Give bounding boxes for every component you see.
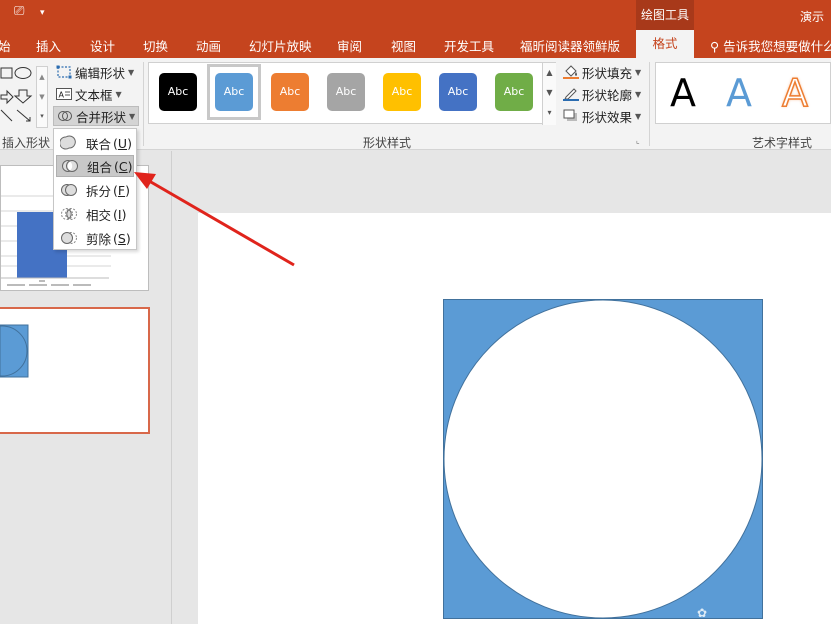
paint-bucket-icon bbox=[563, 65, 579, 79]
menu-item-union[interactable]: 联合 (U) bbox=[56, 132, 134, 154]
menu-item-key: C bbox=[118, 158, 128, 174]
drawing-tools-context-label: 绘图工具 bbox=[636, 0, 694, 30]
group-divider bbox=[143, 62, 144, 146]
document-title: 演示 bbox=[800, 10, 825, 24]
scroll-down-icon[interactable]: ▼ bbox=[543, 83, 556, 103]
tab-format[interactable]: 格式 bbox=[636, 30, 694, 58]
edit-shape-button[interactable]: 编辑形状 ▼ bbox=[56, 62, 134, 82]
thumbnail-shape-preview bbox=[0, 324, 29, 378]
tab-review[interactable]: 审阅 bbox=[337, 36, 362, 55]
shape-effects-icon bbox=[563, 109, 577, 121]
text-box-label: 文本框 bbox=[75, 87, 113, 103]
tab-developer[interactable]: 开发工具 bbox=[444, 36, 494, 55]
tab-insert[interactable]: 插入 bbox=[36, 36, 61, 55]
group-divider bbox=[649, 62, 650, 146]
shape-outline-button[interactable]: 形状轮廓 ▼ bbox=[563, 84, 641, 104]
tell-me-text: 告诉我您想要做什么 bbox=[723, 39, 831, 54]
fragment-icon bbox=[61, 184, 77, 196]
slide-thumbnail-2-selected[interactable] bbox=[0, 307, 150, 434]
merge-shapes-menu: 联合 (U) 组合 (C) 拆分 (F) 相交 (I) 剪除 (S) bbox=[53, 128, 137, 250]
shape-style-gallery[interactable]: Abc Abc Abc Abc Abc Abc Abc ▲ ▼ ▾ bbox=[148, 62, 556, 125]
style-gallery-scrollbar[interactable]: ▲ ▼ ▾ bbox=[542, 63, 556, 125]
menu-item-label: 联合 bbox=[86, 136, 112, 152]
edit-shape-icon bbox=[56, 65, 72, 79]
menu-item-key: I bbox=[117, 206, 122, 222]
shape-fill-label: 形状填充 bbox=[582, 65, 633, 81]
menu-item-key: S bbox=[117, 230, 126, 246]
shape-outline-label: 形状轮廓 bbox=[582, 87, 633, 103]
presenter-icon[interactable]: ⎚ bbox=[14, 4, 24, 19]
chevron-down-icon: ▼ bbox=[128, 67, 135, 77]
merge-shapes-button[interactable]: 合并形状 ▼ bbox=[53, 106, 140, 126]
shape-gallery-icons bbox=[0, 67, 33, 122]
wordart-gallery[interactable]: A A A bbox=[655, 62, 831, 124]
shape-effects-label: 形状效果 bbox=[582, 109, 633, 125]
tab-view[interactable]: 视图 bbox=[391, 36, 416, 55]
combine-icon bbox=[62, 160, 78, 172]
wordart-orange-outline-sample[interactable]: A bbox=[781, 70, 809, 116]
wordart-blue-sample[interactable]: A bbox=[726, 71, 752, 115]
chevron-down-icon: ▼ bbox=[115, 89, 122, 99]
union-icon bbox=[60, 135, 76, 150]
tab-slideshow[interactable]: 幻灯片放映 bbox=[249, 36, 312, 55]
scroll-up-icon[interactable]: ▲ bbox=[543, 63, 556, 83]
menu-item-fragment[interactable]: 拆分 (F) bbox=[56, 179, 134, 201]
tell-me-box[interactable]: ⚲ 告诉我您想要做什么 bbox=[710, 36, 831, 55]
chevron-down-icon: ▼ bbox=[129, 111, 136, 121]
style-swatch-dark-blue[interactable]: Abc bbox=[439, 73, 477, 111]
lightbulb-icon: ⚲ bbox=[710, 39, 720, 54]
gallery-more-icon[interactable]: ▾ bbox=[543, 103, 556, 123]
tab-animations[interactable]: 动画 bbox=[196, 36, 221, 55]
insert-shapes-group-label: 插入形状 bbox=[2, 136, 51, 150]
shape-styles-group-label: 形状样式 bbox=[363, 136, 412, 150]
tab-transitions[interactable]: 切换 bbox=[143, 36, 168, 55]
merge-shapes-icon bbox=[58, 111, 72, 121]
dialog-launcher-icon[interactable]: ⌞ bbox=[636, 136, 640, 145]
menu-item-subtract[interactable]: 剪除 (S) bbox=[56, 227, 134, 249]
style-swatch-orange[interactable]: Abc bbox=[271, 73, 309, 111]
shape-gallery-scrollbar[interactable]: ▲ ▼ ▾ bbox=[36, 66, 48, 128]
menu-item-key: U bbox=[117, 135, 128, 151]
style-swatch-blue[interactable]: Abc bbox=[215, 73, 253, 111]
menu-item-label: 相交 bbox=[86, 207, 112, 223]
menu-item-label: 剪除 bbox=[86, 231, 112, 247]
wordart-black-sample[interactable]: A bbox=[670, 71, 696, 115]
menu-item-label: 拆分 bbox=[86, 183, 112, 199]
style-swatch-black[interactable]: Abc bbox=[159, 73, 197, 111]
intersect-icon bbox=[61, 208, 77, 220]
wordart-styles-group-label: 艺术字样式 bbox=[752, 136, 813, 150]
shape-effects-button[interactable]: 形状效果 ▼ bbox=[563, 106, 641, 126]
watermark-icon: ✿ bbox=[697, 606, 708, 620]
style-swatch-gray[interactable]: Abc bbox=[327, 73, 365, 111]
quick-access-dropdown-icon[interactable]: ▾ bbox=[40, 8, 45, 18]
tab-foxit[interactable]: 福昕阅读器领鲜版 bbox=[520, 36, 620, 55]
text-box-icon: A bbox=[56, 88, 72, 100]
annotation-arrow bbox=[134, 172, 295, 267]
menu-item-label: 组合 bbox=[87, 159, 113, 175]
square-with-circle-shape[interactable] bbox=[443, 299, 763, 619]
menu-item-intersect[interactable]: 相交 (I) bbox=[56, 203, 134, 225]
merge-shapes-label: 合并形状 bbox=[76, 109, 127, 125]
pencil-icon bbox=[563, 88, 579, 101]
tab-design[interactable]: 设计 bbox=[90, 36, 115, 55]
style-swatch-green[interactable]: Abc bbox=[495, 73, 533, 111]
shape-fill-button[interactable]: 形状填充 ▼ bbox=[563, 62, 641, 82]
text-box-button[interactable]: A 文本框 ▼ bbox=[56, 84, 122, 104]
style-swatch-gold[interactable]: Abc bbox=[383, 73, 421, 111]
chevron-down-icon: ▼ bbox=[635, 67, 642, 77]
chevron-down-icon: ▼ bbox=[635, 89, 642, 99]
edit-shape-label: 编辑形状 bbox=[75, 65, 126, 81]
subtract-icon bbox=[61, 232, 77, 244]
menu-item-combine[interactable]: 组合 (C) bbox=[56, 155, 134, 177]
title-bar: ⎚ ▾ bbox=[0, 0, 831, 30]
menu-item-key: F bbox=[117, 182, 126, 198]
svg-text:A: A bbox=[59, 91, 65, 100]
shape-gallery[interactable]: ▲ ▼ ▾ bbox=[0, 62, 48, 128]
tab-home[interactable]: 始 bbox=[0, 36, 11, 55]
chevron-down-icon: ▼ bbox=[635, 111, 642, 121]
